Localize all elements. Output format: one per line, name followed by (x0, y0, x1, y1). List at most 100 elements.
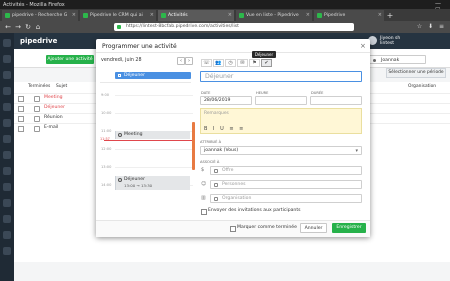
tab-label: Pipedrive le CRM qui ai (90, 13, 143, 18)
row-select-checkbox[interactable] (18, 106, 24, 112)
browser-tab-vue-liste[interactable]: Vue en liste - Pipedrive × (236, 10, 312, 21)
calendar-date: vendredi, juin 28 (101, 58, 142, 63)
dock-app-icon[interactable] (3, 183, 11, 191)
close-tab-icon[interactable]: × (228, 10, 232, 21)
duration-input[interactable] (310, 96, 362, 105)
organization-input[interactable]: Organisation (210, 194, 362, 203)
row-select-checkbox[interactable] (18, 96, 24, 102)
email-type-button[interactable]: ✉ (237, 59, 248, 67)
search-icon (214, 169, 218, 173)
hour-label: 14:00 (101, 183, 112, 187)
column-subject[interactable]: Sujet (56, 84, 67, 92)
activity-type-tooltip: Déjeuner (252, 51, 276, 58)
clock-icon (118, 133, 122, 137)
period-select-button[interactable]: Sélectionner une période (386, 68, 446, 78)
time-input[interactable] (255, 96, 307, 105)
close-tab-icon[interactable]: × (306, 10, 310, 21)
pipedrive-favicon-icon (83, 13, 88, 18)
deal-icon: $ (201, 167, 205, 173)
deadline-type-button[interactable]: ⚑ (249, 59, 260, 67)
done-checkbox[interactable] (34, 126, 40, 132)
task-type-button[interactable]: ◷ (225, 59, 236, 67)
owner-select[interactable]: joannak (Vous) ▾ (200, 146, 362, 155)
save-button[interactable]: Enregistrer (332, 223, 366, 233)
dock-app-icon[interactable] (3, 39, 11, 47)
add-activity-button[interactable]: Ajouter une activité (46, 55, 94, 64)
filter-dropdown[interactable]: Joannak (368, 55, 426, 64)
row-subject[interactable]: Déjeuner (44, 105, 65, 110)
row-subject[interactable]: E-mail (44, 125, 58, 130)
reload-button[interactable]: ↻ (24, 23, 32, 31)
all-day-event[interactable]: Déjeuner (115, 72, 191, 79)
dock-app-icon[interactable] (3, 103, 11, 111)
column-organisation[interactable]: Organisation (408, 84, 436, 92)
filter-label: Joannak (381, 58, 400, 63)
person-input[interactable]: Personnes (210, 180, 362, 189)
browser-toolbar-icons[interactable]: ☆ ⬇ ≡ (406, 23, 446, 31)
checkbox-icon (118, 178, 122, 182)
new-tab-button[interactable]: + (385, 10, 395, 21)
row-select-checkbox[interactable] (18, 126, 24, 132)
call-type-button[interactable]: ☏ (201, 59, 212, 67)
mark-done-checkbox[interactable] (230, 226, 236, 232)
close-icon[interactable]: × (360, 42, 366, 50)
search-icon (214, 183, 218, 187)
dock-app-icon[interactable] (3, 55, 11, 63)
deal-input[interactable]: Offre (210, 166, 362, 175)
pipedrive-logo[interactable]: pipedrive (20, 37, 57, 45)
pipedrive-favicon-icon (239, 13, 244, 18)
url-bar[interactable]: https://lintest-8bcfab.pipedrive.com/act… (114, 23, 354, 31)
calendar-scrollbar[interactable] (192, 122, 195, 170)
done-checkbox[interactable] (34, 96, 40, 102)
browser-tab-pipedrive-crm[interactable]: Pipedrive le CRM qui ai × (80, 10, 156, 21)
browser-tab-activites[interactable]: Activités × (158, 10, 234, 21)
back-button[interactable]: ← (4, 23, 12, 31)
duration-field-label: DURÉE (311, 91, 324, 95)
home-button[interactable]: ⌂ (34, 23, 42, 31)
row-subject[interactable]: Réunion (44, 115, 63, 120)
column-done[interactable]: Terminées (28, 84, 50, 92)
close-tab-icon[interactable]: × (378, 10, 382, 21)
meeting-type-button[interactable]: 👥 (213, 59, 224, 67)
tab-label: Pipedrive (324, 13, 346, 18)
close-tab-icon[interactable]: × (72, 10, 76, 21)
user-menu[interactable]: Jiyeon sh lintest (368, 36, 400, 46)
browser-tab-pipedrive[interactable]: Pipedrive × (314, 10, 384, 21)
next-day-button[interactable]: › (185, 57, 193, 65)
done-checkbox[interactable] (34, 106, 40, 112)
dock-app-icon[interactable] (3, 231, 11, 239)
dock-app-icon[interactable] (3, 167, 11, 175)
date-input[interactable]: 28/06/2019 (200, 96, 252, 105)
user-company: lintest (380, 41, 394, 46)
browser-tab-google[interactable]: pipedrive - Recherche G × (2, 10, 78, 21)
time-field-label: HEURE (256, 91, 269, 95)
calendar-event-meeting[interactable]: Meeting (115, 131, 190, 139)
calendar-event-dejeuner[interactable]: Déjeuner 13:00 → 13:30 (115, 176, 190, 190)
notes-editor[interactable]: Remarques B I U ≡ ≡ (200, 108, 362, 134)
tab-label: pipedrive - Recherche G (12, 13, 68, 18)
dock-app-icon[interactable] (3, 135, 11, 143)
cancel-button[interactable]: Annuler (300, 223, 327, 233)
dock-app-icon[interactable] (3, 215, 11, 223)
dock-app-icon[interactable] (3, 87, 11, 95)
prev-day-button[interactable]: ‹ (177, 57, 185, 65)
close-tab-icon[interactable]: × (150, 10, 154, 21)
dock-app-icon[interactable] (3, 119, 11, 127)
formatting-toolbar[interactable]: B I U ≡ ≡ (204, 126, 245, 132)
done-checkbox[interactable] (34, 116, 40, 122)
forward-button[interactable]: → (14, 23, 22, 31)
dock-app-icon[interactable] (3, 247, 11, 255)
window-controls[interactable]: — ▢ ✕ (435, 1, 447, 19)
row-select-checkbox[interactable] (18, 116, 24, 122)
dock-app-icon[interactable] (3, 71, 11, 79)
dock-app-icon[interactable] (3, 199, 11, 207)
dock-app-icon[interactable] (3, 151, 11, 159)
window-titlebar: Activités - Mozilla Firefox — ▢ ✕ (0, 0, 450, 19)
organization-placeholder: Organisation (222, 196, 252, 201)
day-calendar[interactable] (100, 82, 191, 219)
row-subject[interactable]: Meeting (44, 95, 63, 100)
subject-input[interactable]: Déjeuner (200, 71, 362, 82)
lunch-type-button[interactable]: ✔ (261, 59, 272, 67)
hour-line (115, 95, 193, 96)
send-invitations-checkbox[interactable] (201, 209, 207, 215)
